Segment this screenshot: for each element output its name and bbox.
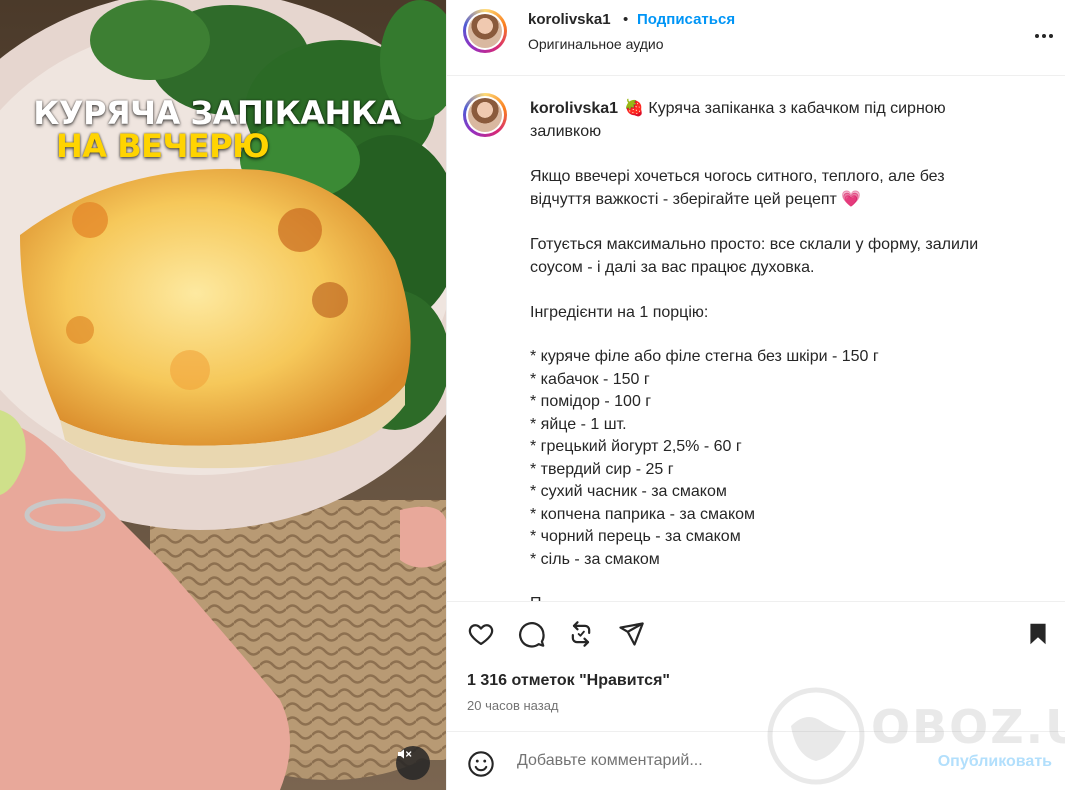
- ingredient-item: * яйце - 1 шт.: [530, 416, 627, 433]
- avatar-image: [468, 98, 502, 132]
- repost-icon: [571, 621, 591, 647]
- ingredient-item: * кабачок - 150 г: [530, 371, 650, 388]
- save-button[interactable]: [1022, 618, 1054, 650]
- audio-label[interactable]: Оригинальное аудио: [528, 36, 664, 52]
- smiley-icon: [468, 751, 494, 777]
- caption-line: Готується максимально просто: все склали…: [530, 236, 979, 253]
- post-header: korolivska1 • Подписаться Оригинальное а…: [447, 0, 1065, 76]
- mute-toggle-button[interactable]: [396, 746, 430, 780]
- speaker-muted-icon: [398, 749, 412, 759]
- share-button[interactable]: [615, 618, 647, 650]
- caption-username[interactable]: korolivska1: [530, 100, 618, 117]
- comment-button[interactable]: [516, 618, 548, 650]
- video-overlay-subtitle: НА ВЕЧЕРЮ: [56, 127, 270, 165]
- ingredient-item: * чорний перець - за смаком: [530, 528, 741, 545]
- separator-dot: •: [623, 11, 629, 28]
- like-button[interactable]: [465, 618, 497, 650]
- ingredient-item: * помідор - 100 г: [530, 393, 652, 410]
- follow-button[interactable]: Подписаться: [637, 11, 735, 28]
- ingredient-item: * копчена паприка - за смаком: [530, 506, 756, 523]
- likes-count[interactable]: 1 316 отметок "Нравится": [467, 672, 670, 690]
- post-details-panel: korolivska1 • Подписаться Оригинальное а…: [446, 0, 1065, 790]
- caption-line: соусом - і далі за вас працює духовка.: [530, 259, 815, 276]
- author-avatar[interactable]: [463, 9, 507, 53]
- send-icon: [619, 622, 644, 646]
- video-overlay-title: КУРЯЧА ЗАПІКАНКА: [33, 94, 401, 132]
- watermark-text: OBOZ.UA: [871, 700, 1065, 754]
- caption-line: П: [530, 592, 542, 601]
- ingredient-item: * сіль - за смаком: [530, 551, 660, 568]
- caption-line: Якщо ввечері хочеться чогось ситного, те…: [530, 168, 945, 185]
- ingredient-item: * сухий часник - за смаком: [530, 483, 727, 500]
- more-dots-icon: [1035, 34, 1053, 38]
- avatar-image: [468, 14, 502, 48]
- post-timestamp[interactable]: 20 часов назад: [467, 698, 559, 713]
- caption-line: Інгредієнти на 1 порцію:: [530, 304, 709, 321]
- caption-line: відчуття важкості - зберігайте цей рецеп…: [530, 191, 862, 208]
- bookmark-icon: [1030, 623, 1046, 645]
- post-media-video[interactable]: КУРЯЧА ЗАПІКАНКА НА ВЕЧЕРЮ: [0, 0, 446, 790]
- author-username[interactable]: korolivska1: [528, 11, 611, 28]
- ingredient-item: * куряче філе або філе стегна без шкіри …: [530, 348, 879, 365]
- more-options-button[interactable]: [1032, 24, 1056, 48]
- ingredient-item: * грецький йогурт 2,5% - 60 г: [530, 438, 742, 455]
- watermark-logo-icon: [767, 687, 865, 785]
- emoji-button[interactable]: [466, 749, 496, 779]
- oboz-watermark: OBOZ.UA: [766, 686, 1065, 786]
- repost-button[interactable]: [565, 618, 597, 650]
- comment-icon: [519, 622, 545, 648]
- ingredient-item: * твердий сир - 25 г: [530, 461, 674, 478]
- caption-header: korolivska1 🍓 Куряча запіканка з кабачком…: [530, 97, 1000, 143]
- caption-scroll-area[interactable]: korolivska1 🍓 Куряча запіканка з кабачком…: [447, 76, 1065, 602]
- caption-author-avatar[interactable]: [463, 93, 507, 137]
- heart-icon: [468, 624, 494, 646]
- action-bar: [447, 602, 1065, 670]
